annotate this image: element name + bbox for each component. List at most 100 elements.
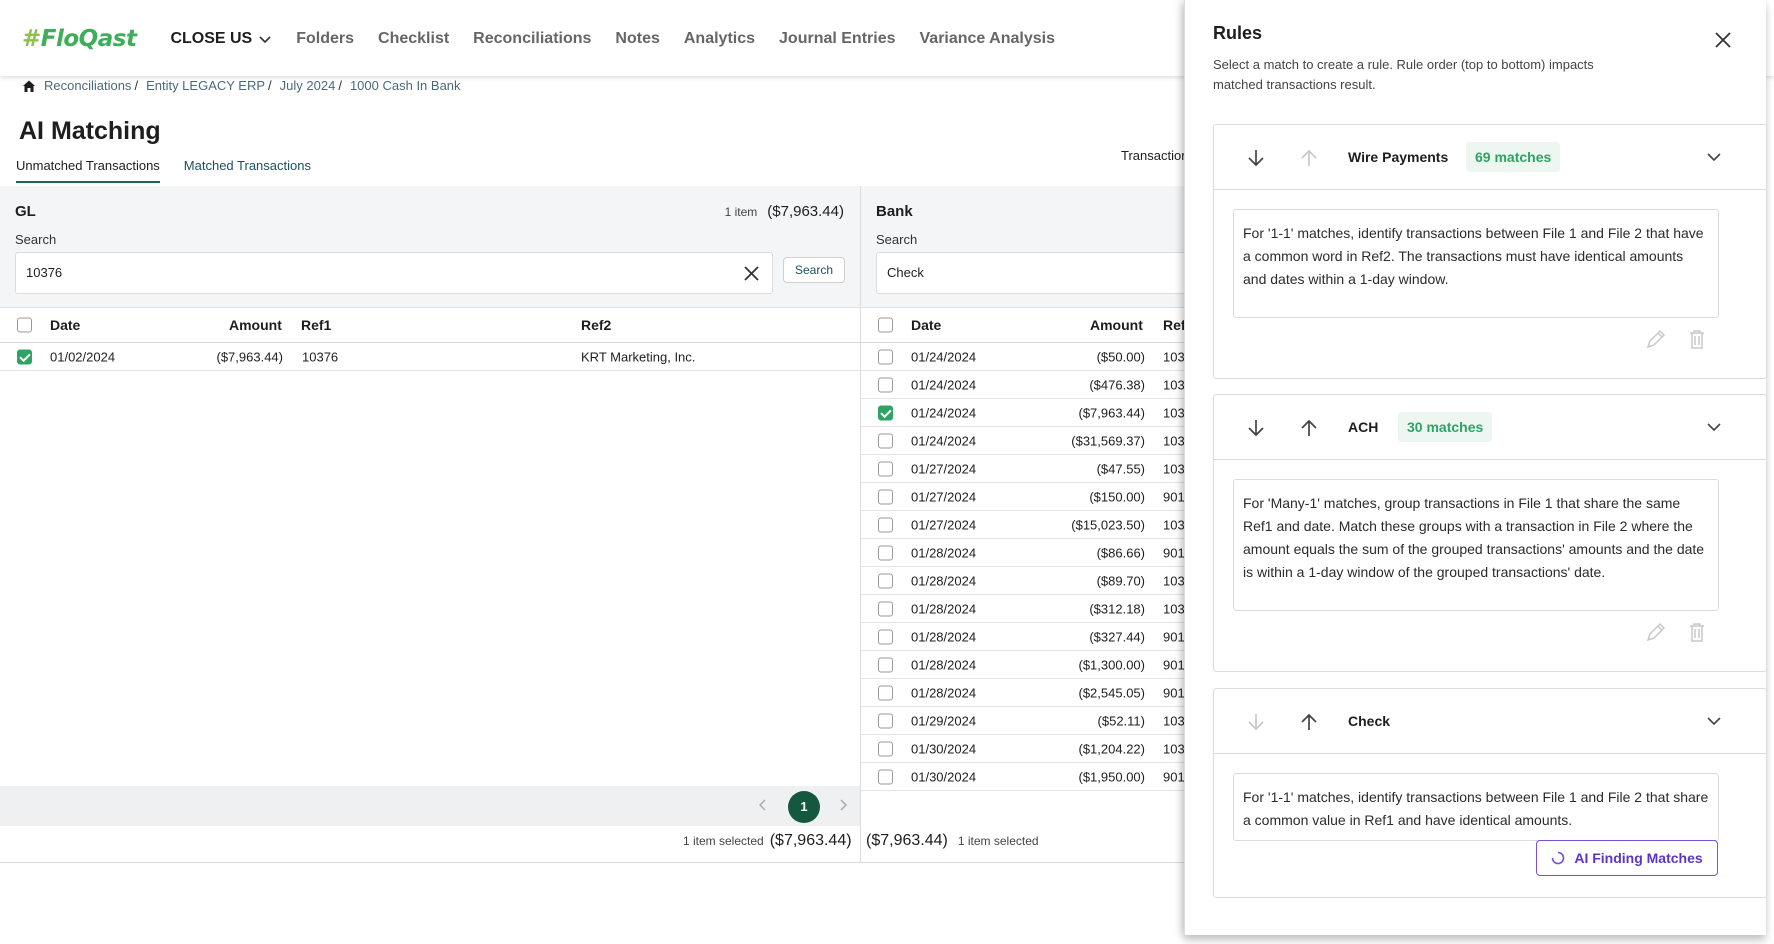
gl-search-button[interactable]: Search xyxy=(783,257,845,283)
gl-col-date[interactable]: Date xyxy=(50,317,80,333)
row-ref: 103 xyxy=(1163,405,1185,420)
trash-icon[interactable] xyxy=(1686,328,1708,350)
row-checkbox[interactable] xyxy=(878,377,893,392)
breadcrumb-account[interactable]: 1000 Cash In Bank xyxy=(350,78,461,93)
pencil-icon[interactable] xyxy=(1645,621,1667,643)
tabs: Unmatched Transactions Matched Transacti… xyxy=(16,158,335,183)
row-checkbox[interactable] xyxy=(878,741,893,756)
arrow-up-icon[interactable] xyxy=(1298,417,1320,439)
gl-search-input[interactable]: 10376 xyxy=(15,252,773,294)
row-checkbox[interactable] xyxy=(878,433,893,448)
chevron-right-icon[interactable] xyxy=(836,798,850,812)
row-checkbox[interactable] xyxy=(878,517,893,532)
table-row[interactable]: 01/24/2024 ($50.00) 103 xyxy=(861,343,1191,371)
nav-journal-entries[interactable]: Journal Entries xyxy=(779,30,895,48)
arrow-down-icon[interactable] xyxy=(1245,711,1267,733)
table-row[interactable]: 01/30/2024 ($1,204.22) 103 xyxy=(861,735,1191,763)
row-checkbox[interactable] xyxy=(878,489,893,504)
breadcrumb-reconciliations[interactable]: Reconciliations xyxy=(44,78,131,93)
row-checkbox[interactable] xyxy=(878,713,893,728)
nav-variance-analysis[interactable]: Variance Analysis xyxy=(920,30,1056,48)
floqast-logo[interactable]: #FloQast xyxy=(22,26,137,52)
gl-selected-amount: ($7,963.44) xyxy=(769,832,852,849)
breadcrumb-period[interactable]: July 2024 xyxy=(280,78,336,93)
table-row[interactable]: 01/24/2024 ($476.38) 103 xyxy=(861,371,1191,399)
bank-col-ref[interactable]: Ref xyxy=(1163,317,1186,333)
rules-title: Rules xyxy=(1213,23,1263,43)
chevron-down-icon[interactable] xyxy=(1706,149,1722,165)
nav-folders[interactable]: Folders xyxy=(296,30,354,48)
row-checkbox[interactable] xyxy=(878,349,893,364)
row-checkbox[interactable] xyxy=(878,573,893,588)
row-checkbox[interactable] xyxy=(878,629,893,644)
bank-search-input[interactable]: Check xyxy=(876,252,1191,294)
nav-checklist[interactable]: Checklist xyxy=(378,30,449,48)
row-ref: 103 xyxy=(1163,349,1185,364)
bank-col-amount[interactable]: Amount xyxy=(1090,317,1143,333)
bank-search-label: Search xyxy=(876,232,918,247)
row-checkbox[interactable] xyxy=(17,349,32,364)
bank-col-date[interactable]: Date xyxy=(911,317,941,333)
row-amount: ($31,569.37) xyxy=(1071,433,1145,448)
close-icon[interactable] xyxy=(1713,30,1733,50)
chevron-left-icon[interactable] xyxy=(756,798,770,812)
row-checkbox[interactable] xyxy=(878,545,893,560)
table-row[interactable]: 01/28/2024 ($89.70) 103 xyxy=(861,567,1191,595)
ai-finding-matches-button[interactable]: AI Finding Matches xyxy=(1536,840,1718,876)
table-row[interactable]: 01/28/2024 ($2,545.05) 901 xyxy=(861,679,1191,707)
rule-header[interactable]: ACH 30 matches xyxy=(1214,395,1766,460)
table-row[interactable]: 01/29/2024 ($52.11) 103 xyxy=(861,707,1191,735)
row-amount: ($2,545.05) xyxy=(1078,685,1146,700)
pencil-icon[interactable] xyxy=(1645,328,1667,350)
row-ref: 901 xyxy=(1163,685,1185,700)
rule-header[interactable]: Check xyxy=(1214,689,1766,754)
trash-icon[interactable] xyxy=(1686,621,1708,643)
arrow-up-icon[interactable] xyxy=(1298,711,1320,733)
arrow-down-icon[interactable] xyxy=(1245,147,1267,169)
row-checkbox[interactable] xyxy=(878,461,893,476)
table-row[interactable]: 01/24/2024 ($31,569.37) 103 xyxy=(861,427,1191,455)
nav-analytics[interactable]: Analytics xyxy=(684,30,755,48)
arrow-up-icon[interactable] xyxy=(1298,147,1320,169)
close-icon[interactable] xyxy=(743,265,760,282)
chevron-down-icon[interactable] xyxy=(1706,419,1722,435)
table-row[interactable]: 01/30/2024 ($1,950.00) 901 xyxy=(861,763,1191,791)
breadcrumb-entity[interactable]: Entity LEGACY ERP xyxy=(146,78,265,93)
rule-card-wire-payments: Wire Payments 69 matches For '1-1' match… xyxy=(1213,124,1767,379)
row-checkbox[interactable] xyxy=(878,601,893,616)
home-icon[interactable] xyxy=(22,79,36,93)
rule-header[interactable]: Wire Payments 69 matches xyxy=(1214,125,1766,190)
table-row[interactable]: 01/27/2024 ($47.55) 103 xyxy=(861,455,1191,483)
gl-col-amount[interactable]: Amount xyxy=(229,317,282,333)
gl-selected-label: 1 item selected xyxy=(683,834,764,848)
gl-select-all-checkbox[interactable] xyxy=(17,317,32,333)
page-button[interactable]: 1 xyxy=(788,791,820,823)
nav-notes[interactable]: Notes xyxy=(615,30,659,48)
close-us-menu[interactable]: CLOSE US xyxy=(170,30,272,48)
rule-description: For '1-1' matches, identify transactions… xyxy=(1233,773,1719,841)
tab-matched-transactions[interactable]: Matched Transactions xyxy=(184,158,311,183)
table-row[interactable]: 01/27/2024 ($150.00) 901 xyxy=(861,483,1191,511)
gl-col-ref2[interactable]: Ref2 xyxy=(581,317,611,333)
table-row[interactable]: 01/02/2024 ($7,963.44) 10376 KRT Marketi… xyxy=(0,343,860,371)
row-checkbox[interactable] xyxy=(878,769,893,784)
chevron-down-icon[interactable] xyxy=(1706,713,1722,729)
arrow-down-icon[interactable] xyxy=(1245,417,1267,439)
row-checkbox[interactable] xyxy=(878,657,893,672)
rule-name: Wire Payments xyxy=(1348,149,1449,165)
row-date: 01/28/2024 xyxy=(911,545,977,560)
gl-col-ref1[interactable]: Ref1 xyxy=(301,317,331,333)
tab-unmatched-transactions[interactable]: Unmatched Transactions xyxy=(16,158,160,183)
table-row[interactable]: 01/28/2024 ($86.66) 901 xyxy=(861,539,1191,567)
table-row[interactable]: 01/28/2024 ($327.44) 901 xyxy=(861,623,1191,651)
table-row[interactable]: 01/24/2024 ($7,963.44) 103 xyxy=(861,399,1191,427)
nav-reconciliations[interactable]: Reconciliations xyxy=(473,30,591,48)
bank-select-all-checkbox[interactable] xyxy=(878,317,893,333)
row-checkbox[interactable] xyxy=(878,685,893,700)
row-date: 01/27/2024 xyxy=(911,517,977,532)
table-row[interactable]: 01/28/2024 ($312.18) 103 xyxy=(861,595,1191,623)
table-row[interactable]: 01/27/2024 ($15,023.50) 103 xyxy=(861,511,1191,539)
table-row[interactable]: 01/28/2024 ($1,300.00) 901 xyxy=(861,651,1191,679)
row-checkbox[interactable] xyxy=(878,405,893,420)
gl-search-value: 10376 xyxy=(26,265,63,280)
